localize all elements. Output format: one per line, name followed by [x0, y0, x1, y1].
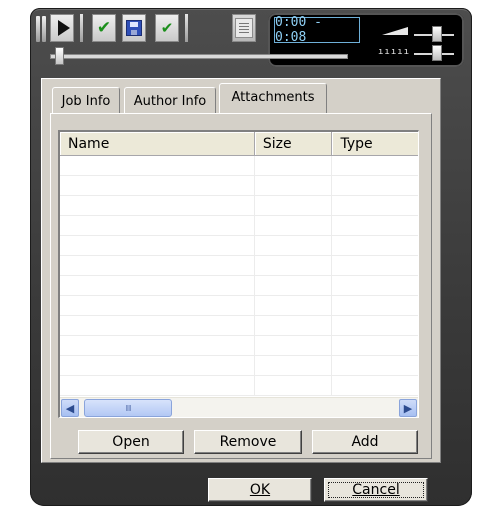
speed-scale-icon: ııııı	[378, 47, 411, 57]
time-display: 0:00 - 0:08	[274, 15, 360, 45]
column-header-name[interactable]: Name	[60, 132, 255, 156]
list-header: Name Size Type	[60, 132, 418, 156]
arrow-right-icon: ▶	[403, 401, 413, 415]
ok-button-label: OK	[249, 482, 271, 498]
properties-doc-icon	[235, 18, 253, 38]
accept-button[interactable]: ✔	[92, 14, 116, 42]
add-button-label: Add	[351, 434, 379, 450]
volume-slider-knob[interactable]	[432, 26, 442, 42]
list-row	[60, 176, 418, 196]
add-button[interactable]: Add	[312, 430, 418, 454]
column-label: Type	[340, 135, 373, 152]
checkmark-icon: ✔	[96, 17, 112, 38]
list-row	[60, 276, 418, 296]
cancel-button-label: Cancel	[352, 482, 400, 498]
open-button[interactable]: Open	[78, 430, 184, 454]
scrollbar-thumb[interactable]: IIII	[84, 399, 172, 417]
column-header-type[interactable]: Type	[332, 132, 418, 156]
list-body[interactable]	[60, 156, 418, 396]
toolbar-separator	[80, 14, 83, 42]
ok-button[interactable]: OK	[208, 478, 312, 502]
column-header-size[interactable]: Size	[254, 132, 333, 156]
column-label: Name	[68, 135, 110, 152]
properties-button[interactable]	[232, 14, 256, 42]
list-row	[60, 376, 418, 396]
arrow-left-icon: ◀	[65, 401, 75, 415]
play-button[interactable]	[50, 14, 74, 42]
list-row	[60, 336, 418, 356]
remove-button[interactable]: Remove	[194, 430, 302, 454]
tab-author-info[interactable]: Author Info	[124, 87, 216, 113]
tab-label: Author Info	[133, 94, 207, 109]
remove-button-label: Remove	[219, 434, 277, 450]
horizontal-scrollbar[interactable]: ◀ IIII ▶	[60, 397, 418, 417]
toolbar-grip-2[interactable]	[42, 16, 46, 42]
list-row	[60, 236, 418, 256]
list-row	[60, 356, 418, 376]
cancel-button[interactable]: Cancel	[324, 478, 428, 502]
tab-label: Attachments	[231, 90, 315, 105]
tab-label: Job Info	[61, 94, 111, 109]
play-icon	[57, 20, 70, 36]
position-slider-knob[interactable]	[55, 47, 64, 65]
list-row	[60, 216, 418, 236]
list-row	[60, 256, 418, 276]
tab-attachments[interactable]: Attachments	[219, 83, 327, 113]
position-slider-track[interactable]	[50, 54, 348, 59]
accept-all-button[interactable]: ✔	[155, 14, 179, 42]
list-row	[60, 316, 418, 336]
volume-icon	[382, 27, 408, 35]
grip-icon: IIII	[125, 403, 132, 413]
list-row	[60, 156, 418, 176]
list-row	[60, 296, 418, 316]
scroll-right-button[interactable]: ▶	[399, 399, 417, 417]
scroll-left-button[interactable]: ◀	[61, 399, 79, 417]
speed-slider-knob[interactable]	[432, 45, 442, 61]
open-button-label: Open	[112, 434, 150, 450]
tab-job-info[interactable]: Job Info	[52, 87, 120, 113]
attachments-list[interactable]: Name Size Type ◀ IIII ▶	[58, 130, 419, 418]
toolbar-grip[interactable]	[36, 16, 40, 42]
save-disk-icon	[126, 20, 142, 36]
save-button[interactable]	[122, 14, 146, 42]
checkmark-double-icon: ✔	[160, 18, 174, 37]
toolbar-separator-2	[185, 14, 188, 42]
list-row	[60, 196, 418, 216]
column-label: Size	[262, 135, 292, 152]
